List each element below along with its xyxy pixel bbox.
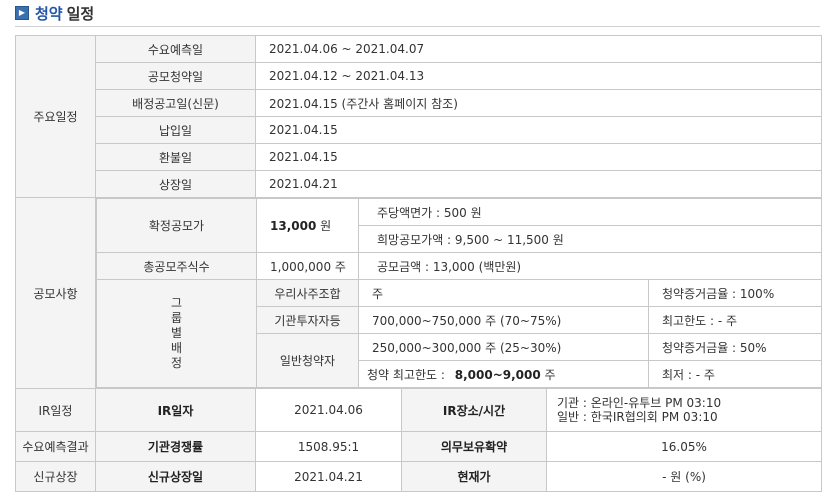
institution-label: 기관투자자등: [256, 306, 359, 334]
employee-value: 주: [358, 279, 649, 307]
section-label-demand: 수요예측결과: [15, 431, 96, 462]
row-value: 2021.04.15 (주간사 홈페이지 참조): [254, 89, 823, 117]
listing-date-label: 신규상장일: [95, 461, 256, 492]
general-value: 250,000~300,000 주 (25~30%): [358, 333, 649, 361]
group-label-char: 정: [170, 356, 183, 370]
general-max-unit: 주: [544, 367, 556, 382]
table-row: 주요일정 수요예측일 2021.04.06 ~ 2021.04.07: [15, 35, 823, 198]
general-deposit: 청약증거금율 : 50%: [647, 333, 821, 361]
row-label: 납입일: [95, 116, 256, 144]
general-max-label: 청약 최고한도 :: [367, 367, 445, 382]
employee-label: 우리사주조합: [256, 279, 359, 307]
row-value: 2021.04.06 ~ 2021.04.07: [254, 35, 823, 63]
section-label-listing: 신규상장: [15, 461, 96, 492]
general-min: 최저 : - 주: [647, 360, 821, 388]
general-max: 청약 최고한도 : 8,000~9,000 주: [358, 360, 649, 388]
confirmed-price-value: 13,000: [270, 219, 317, 233]
ir-place-label: IR장소/시간: [401, 388, 547, 432]
table-row: 신규상장 신규상장일 2021.04.21 현재가 - 원 (%): [15, 461, 823, 492]
row-value: 2021.04.15: [254, 143, 823, 171]
header-title-strong: 청약: [35, 4, 63, 23]
table-row: 공모사항 확정공모가 13,000 원 주당액면가 : 500 원 희망공모가액…: [15, 197, 823, 389]
ir-place-institution: 기관 : 온라인-유투브 PM 03:10: [557, 396, 722, 410]
row-value: 2021.04.15: [254, 116, 823, 144]
group-label-char: 배: [170, 341, 183, 355]
group-label-char: 별: [170, 326, 183, 340]
arrow-right-icon: ▶: [15, 6, 29, 20]
table-row: IR일정 IR일자 2021.04.06 IR장소/시간 기관 : 온라인-유투…: [15, 388, 823, 432]
table-row: 공모청약일 2021.04.12 ~ 2021.04.13: [16, 62, 823, 90]
table-row: 상장일 2021.04.21: [16, 170, 823, 198]
section-label-offering: 공모사항: [15, 197, 96, 389]
section-header: ▶ 청약 일정: [15, 3, 94, 23]
row-label: 수요예측일: [95, 35, 256, 63]
section-label-schedule: 주요일정: [15, 35, 96, 198]
row-value: 2021.04.12 ~ 2021.04.13: [254, 62, 823, 90]
current-price-label: 현재가: [401, 461, 547, 492]
table-row: 배정공고일(신문) 2021.04.15 (주간사 홈페이지 참조): [16, 89, 823, 117]
section-label-ir: IR일정: [15, 388, 96, 432]
row-label: 환불일: [95, 143, 256, 171]
confirmed-price-unit: 원: [320, 219, 332, 233]
lockup-label: 의무보유확약: [401, 431, 547, 462]
general-max-value: 8,000~9,000: [454, 367, 541, 382]
table-row: 납입일 2021.04.15: [16, 116, 823, 144]
group-label-char: 그: [170, 296, 183, 310]
employee-deposit: 청약증거금율 : 100%: [647, 279, 821, 307]
confirmed-price: 13,000 원: [256, 198, 359, 253]
institution-value: 700,000~750,000 주 (70~75%): [358, 306, 649, 334]
ipo-schedule-table: 주요일정 수요예측일 2021.04.06 ~ 2021.04.07 공모청약일…: [15, 35, 823, 492]
confirmed-price-label: 확정공모가: [96, 198, 257, 253]
group-allocation-label: 그 룹 별 배 정: [96, 279, 257, 388]
hope-price: 희망공모가액 : 9,500 ~ 11,500 원: [357, 225, 821, 253]
table-row: 수요예측결과 기관경쟁률 1508.95:1 의무보유확약 16.05%: [15, 431, 823, 462]
row-label: 상장일: [95, 170, 256, 198]
competition-value: 1508.95:1: [255, 431, 402, 462]
offering-block: 확정공모가 13,000 원 주당액면가 : 500 원 희망공모가액 : 9,…: [94, 197, 823, 389]
row-label: 공모청약일: [95, 62, 256, 90]
par-value: 주당액면가 : 500 원: [357, 198, 821, 226]
group-label-char: 룹: [170, 311, 183, 325]
ir-place: 기관 : 온라인-유투브 PM 03:10 일반 : 한국IR협의회 PM 03…: [545, 388, 823, 432]
table-row: 환불일 2021.04.15: [16, 143, 823, 171]
ir-date-value: 2021.04.06: [255, 388, 402, 432]
general-label: 일반청약자: [256, 333, 359, 388]
row-label: 배정공고일(신문): [95, 89, 256, 117]
listing-date-value: 2021.04.21: [255, 461, 402, 492]
current-price-value: - 원 (%): [545, 461, 823, 492]
lockup-value: 16.05%: [545, 431, 823, 462]
header-divider: [15, 26, 820, 27]
offering-amount: 공모금액 : 13,000 (백만원): [357, 252, 821, 280]
institution-limit: 최고한도 : - 주: [647, 306, 821, 334]
offering-inner-table: 확정공모가 13,000 원 주당액면가 : 500 원 희망공모가액 : 9,…: [96, 198, 821, 388]
total-shares-label: 총공모주식수: [96, 252, 257, 280]
ir-place-general: 일반 : 한국IR협의회 PM 03:10: [557, 410, 718, 424]
competition-label: 기관경쟁률: [95, 431, 256, 462]
row-value: 2021.04.21: [254, 170, 823, 198]
total-shares-value: 1,000,000 주: [256, 252, 359, 280]
ir-date-label: IR일자: [95, 388, 256, 432]
header-title-rest: 일정: [66, 4, 95, 23]
